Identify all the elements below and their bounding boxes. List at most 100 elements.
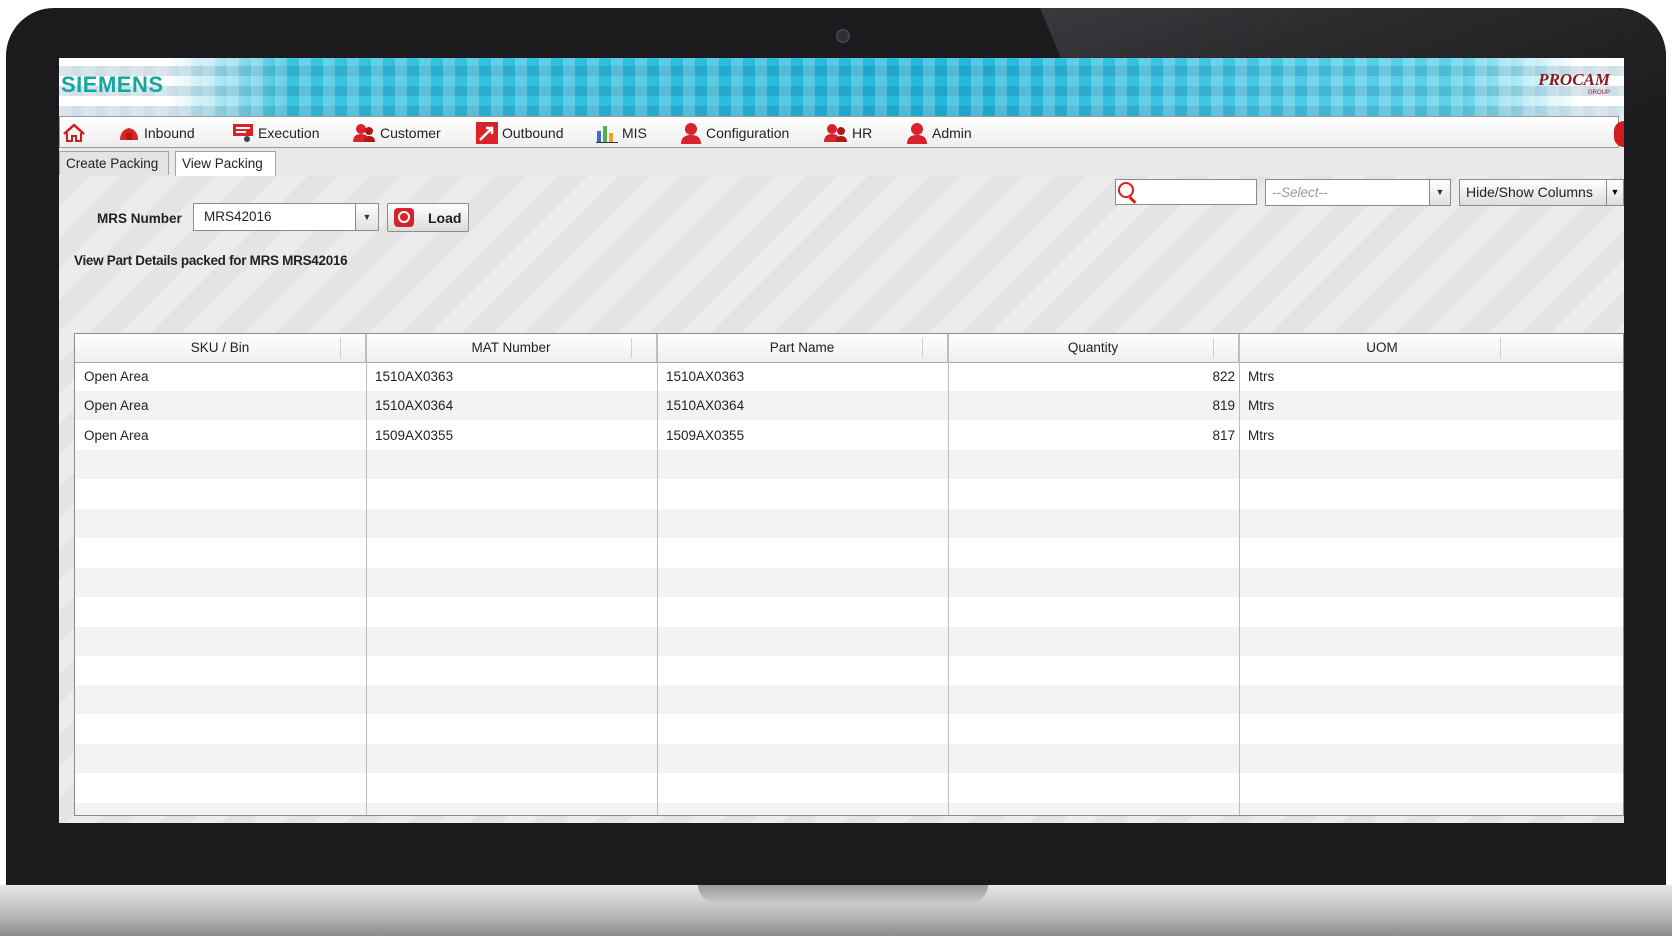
- hr-icon: [824, 124, 847, 142]
- tab-create-packing[interactable]: Create Packing: [59, 151, 169, 175]
- chevron-down-icon[interactable]: ▼: [1429, 180, 1450, 205]
- column-header-sku-bin[interactable]: SKU / Bin: [75, 334, 366, 362]
- table-cell: 1509AX0355: [375, 427, 454, 443]
- tab-view-packing[interactable]: View Packing: [175, 151, 276, 177]
- table-cell: Open Area: [84, 427, 149, 443]
- column-divider: [657, 334, 658, 815]
- logout-icon[interactable]: [1614, 121, 1624, 147]
- load-button[interactable]: Load: [387, 203, 469, 232]
- empty-row: [75, 450, 1623, 480]
- empty-row: [75, 480, 1623, 509]
- load-icon: [394, 208, 414, 227]
- column-header-quantity[interactable]: Quantity: [948, 334, 1239, 362]
- mrs-number-label: MRS Number: [97, 211, 182, 226]
- table-cell: Mtrs: [1248, 427, 1275, 443]
- table-cell: Open Area: [84, 398, 149, 414]
- table-cell: 822: [1212, 369, 1235, 384]
- user-icon: [681, 123, 701, 144]
- customer-icon: [353, 124, 375, 142]
- menu-admin[interactable]: Admin: [906, 123, 972, 144]
- menu-inbound[interactable]: Inbound: [118, 123, 195, 143]
- table-cell: Mtrs: [1248, 369, 1275, 384]
- column-header-mat-number[interactable]: MAT Number: [366, 334, 657, 362]
- empty-row: [75, 715, 1623, 744]
- column-header-label: SKU / Bin: [190, 340, 250, 355]
- empty-row: [75, 626, 1623, 656]
- column-header-part-name[interactable]: Part Name: [657, 334, 948, 362]
- menu-execution-label: Execution: [258, 125, 320, 141]
- siemens-logo: SIEMENS: [61, 72, 164, 97]
- main-menu: Inbound Execution Customer Outbound MIS …: [59, 116, 1619, 148]
- execution-icon: [233, 124, 253, 142]
- table-row[interactable]: Open Area 1510AX0363 1510AX0363 822 Mtrs: [75, 362, 1623, 391]
- table-cell: 817: [1212, 427, 1235, 443]
- menu-mis-label: MIS: [622, 125, 647, 141]
- menu-outbound-label: Outbound: [502, 125, 564, 141]
- column-divider: [948, 334, 949, 815]
- empty-row: [75, 685, 1623, 715]
- menu-customer-label: Customer: [380, 125, 441, 141]
- chevron-down-icon[interactable]: ▼: [1606, 179, 1624, 206]
- user-icon: [907, 123, 927, 144]
- table-cell: Mtrs: [1248, 398, 1275, 414]
- column-divider: [1239, 334, 1240, 815]
- empty-row: [75, 774, 1623, 803]
- chevron-down-icon[interactable]: ▼: [355, 204, 378, 230]
- menu-outbound[interactable]: Outbound: [476, 122, 564, 144]
- empty-row: [75, 509, 1623, 538]
- hide-show-columns-button[interactable]: Hide/Show Columns: [1459, 179, 1607, 206]
- outbound-icon: [476, 122, 498, 144]
- menu-configuration-label: Configuration: [706, 125, 790, 141]
- webcam: [836, 29, 850, 43]
- mrs-number-value: MRS42016: [204, 209, 272, 224]
- empty-row: [75, 597, 1623, 626]
- menu-hr-label: HR: [852, 125, 873, 141]
- column-header-label: MAT Number: [471, 340, 551, 355]
- menu-admin-label: Admin: [932, 125, 972, 141]
- column-filter-select[interactable]: --Select-- ▼: [1265, 179, 1451, 206]
- empty-row: [75, 656, 1623, 685]
- column-divider: [366, 334, 367, 815]
- empty-row: [75, 538, 1623, 567]
- app-screen: SIEMENS PROCAM GROUP Inbound Execution C…: [59, 58, 1624, 823]
- table-cell: 1509AX0355: [666, 427, 745, 443]
- menu-configuration[interactable]: Configuration: [680, 123, 790, 144]
- column-header-label: UOM: [1366, 340, 1398, 355]
- menu-customer[interactable]: Customer: [352, 123, 441, 143]
- home-icon: [63, 123, 85, 142]
- table-row[interactable]: Open Area 1509AX0355 1509AX0355 817 Mtrs: [75, 421, 1623, 450]
- table-cell: 1510AX0364: [375, 398, 454, 414]
- packing-grid: SKU / Bin MAT Number Part Name Quantity …: [74, 333, 1624, 816]
- procam-logo-sub: GROUP: [1587, 90, 1610, 96]
- grid-caption: View Part Details packed for MRS MRS4201…: [74, 253, 348, 268]
- table-cell: 1510AX0363: [375, 369, 454, 384]
- search-icon: [1118, 182, 1134, 198]
- view-packing-panel: MRS Number MRS42016 ▼ Load View Part Det…: [59, 176, 1624, 823]
- load-button-label: Load: [428, 210, 462, 226]
- grid-header: SKU / Bin MAT Number Part Name Quantity …: [75, 334, 1623, 363]
- grid-search-input[interactable]: [1115, 179, 1257, 205]
- empty-row: [75, 567, 1623, 597]
- table-cell: Open Area: [84, 369, 149, 384]
- laptop-notch: [698, 885, 988, 903]
- inbound-icon: [120, 128, 138, 140]
- mrs-number-select[interactable]: MRS42016 ▼: [193, 203, 379, 231]
- column-header-label: Part Name: [769, 340, 835, 355]
- column-header-label: Quantity: [1067, 340, 1119, 355]
- menu-mis[interactable]: MIS: [596, 123, 647, 143]
- empty-row: [75, 744, 1623, 774]
- column-filter-placeholder: --Select--: [1272, 185, 1328, 200]
- menu-execution[interactable]: Execution: [232, 123, 319, 143]
- chart-icon: [596, 126, 618, 143]
- column-header-uom[interactable]: UOM: [1239, 334, 1525, 362]
- menu-home[interactable]: [62, 123, 90, 143]
- procam-logo: PROCAM: [1538, 70, 1610, 89]
- menu-inbound-label: Inbound: [144, 125, 195, 141]
- header-banner: SIEMENS PROCAM GROUP: [59, 58, 1624, 116]
- table-cell: 1510AX0363: [666, 369, 745, 384]
- table-cell: 819: [1212, 398, 1235, 414]
- empty-row: [75, 803, 1623, 815]
- table-row[interactable]: Open Area 1510AX0364 1510AX0364 819 Mtrs: [75, 391, 1623, 421]
- menu-hr[interactable]: HR: [824, 123, 872, 143]
- table-cell: 1510AX0364: [666, 398, 745, 414]
